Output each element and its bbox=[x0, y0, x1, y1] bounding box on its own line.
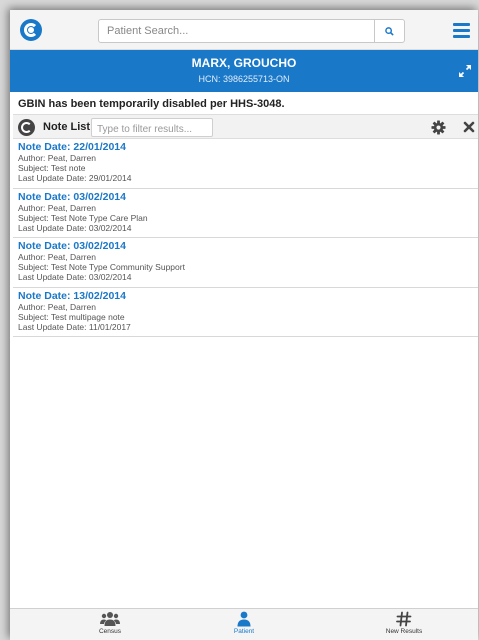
note-item[interactable]: Note Date: 22/01/2014 Author: Peat, Darr… bbox=[13, 139, 478, 189]
note-last-update: Last Update Date: 29/01/2014 bbox=[18, 173, 132, 183]
note-date[interactable]: Note Date: 22/01/2014 bbox=[18, 141, 473, 153]
user-icon bbox=[237, 611, 251, 627]
nav-census[interactable]: Census bbox=[60, 611, 160, 635]
note-author: Author: Peat, Darren bbox=[18, 153, 96, 163]
note-item[interactable]: Note Date: 13/02/2014 Author: Peat, Darr… bbox=[13, 288, 478, 337]
note-last-update: Last Update Date: 03/02/2014 bbox=[18, 272, 132, 282]
patient-search-box bbox=[98, 19, 405, 43]
note-subject: Subject: Test Note Type Community Suppor… bbox=[18, 262, 185, 272]
note-date[interactable]: Note Date: 03/02/2014 bbox=[18, 191, 473, 203]
note-list-title: Note List bbox=[43, 121, 91, 133]
note-author: Author: Peat, Darren bbox=[18, 252, 96, 262]
search-icon bbox=[385, 26, 394, 36]
note-item[interactable]: Note Date: 03/02/2014 Author: Peat, Darr… bbox=[13, 238, 478, 288]
expand-icon[interactable] bbox=[458, 64, 472, 78]
app-logo-icon[interactable] bbox=[20, 19, 42, 41]
hamburger-menu-icon[interactable] bbox=[444, 16, 478, 44]
note-author: Author: Peat, Darren bbox=[18, 301, 96, 312]
note-subject: Subject: Test note bbox=[18, 163, 86, 173]
users-icon bbox=[100, 612, 120, 626]
nav-patient-label: Patient bbox=[233, 628, 255, 635]
nav-census-label: Census bbox=[98, 628, 122, 635]
filter-box bbox=[91, 118, 213, 138]
note-list-header: Note List bbox=[13, 114, 478, 139]
close-icon[interactable] bbox=[462, 120, 476, 134]
patient-name: MARX, GROUCHO bbox=[191, 56, 297, 70]
note-subject: Subject: Test multipage note bbox=[18, 311, 125, 322]
nav-new-results-label: New Results bbox=[385, 628, 423, 635]
notice-message: GBIN has been temporarily disabled per H… bbox=[18, 98, 285, 110]
hashtag-icon bbox=[396, 611, 412, 627]
search-button[interactable] bbox=[374, 20, 404, 42]
note-list: Note Date: 22/01/2014 Author: Peat, Darr… bbox=[13, 139, 478, 337]
note-subject: Subject: Test Note Type Care Plan bbox=[18, 212, 148, 223]
note-list-logo-icon bbox=[18, 119, 35, 136]
note-date[interactable]: Note Date: 13/02/2014 bbox=[18, 290, 473, 302]
note-last-update: Last Update Date: 03/02/2014 bbox=[18, 222, 132, 233]
note-item[interactable]: Note Date: 03/02/2014 Author: Peat, Darr… bbox=[13, 189, 478, 238]
bottom-nav: Census Patient New Results bbox=[10, 608, 478, 640]
app-window: MARX, GROUCHO HCN: 3986255713-ON GBIN ha… bbox=[10, 10, 478, 640]
note-date[interactable]: Note Date: 03/02/2014 bbox=[18, 240, 473, 252]
note-last-update: Last Update Date: 11/01/2017 bbox=[18, 321, 131, 332]
note-author: Author: Peat, Darren bbox=[18, 202, 96, 213]
patient-search-input[interactable] bbox=[99, 20, 369, 42]
patient-banner: MARX, GROUCHO HCN: 3986255713-ON bbox=[10, 50, 478, 92]
gear-icon[interactable] bbox=[431, 120, 446, 135]
filter-input[interactable] bbox=[92, 121, 212, 138]
patient-hcn: HCN: 3986255713-ON bbox=[198, 74, 290, 84]
top-bar bbox=[10, 10, 478, 50]
nav-new-results[interactable]: New Results bbox=[354, 611, 454, 635]
nav-patient[interactable]: Patient bbox=[194, 611, 294, 635]
